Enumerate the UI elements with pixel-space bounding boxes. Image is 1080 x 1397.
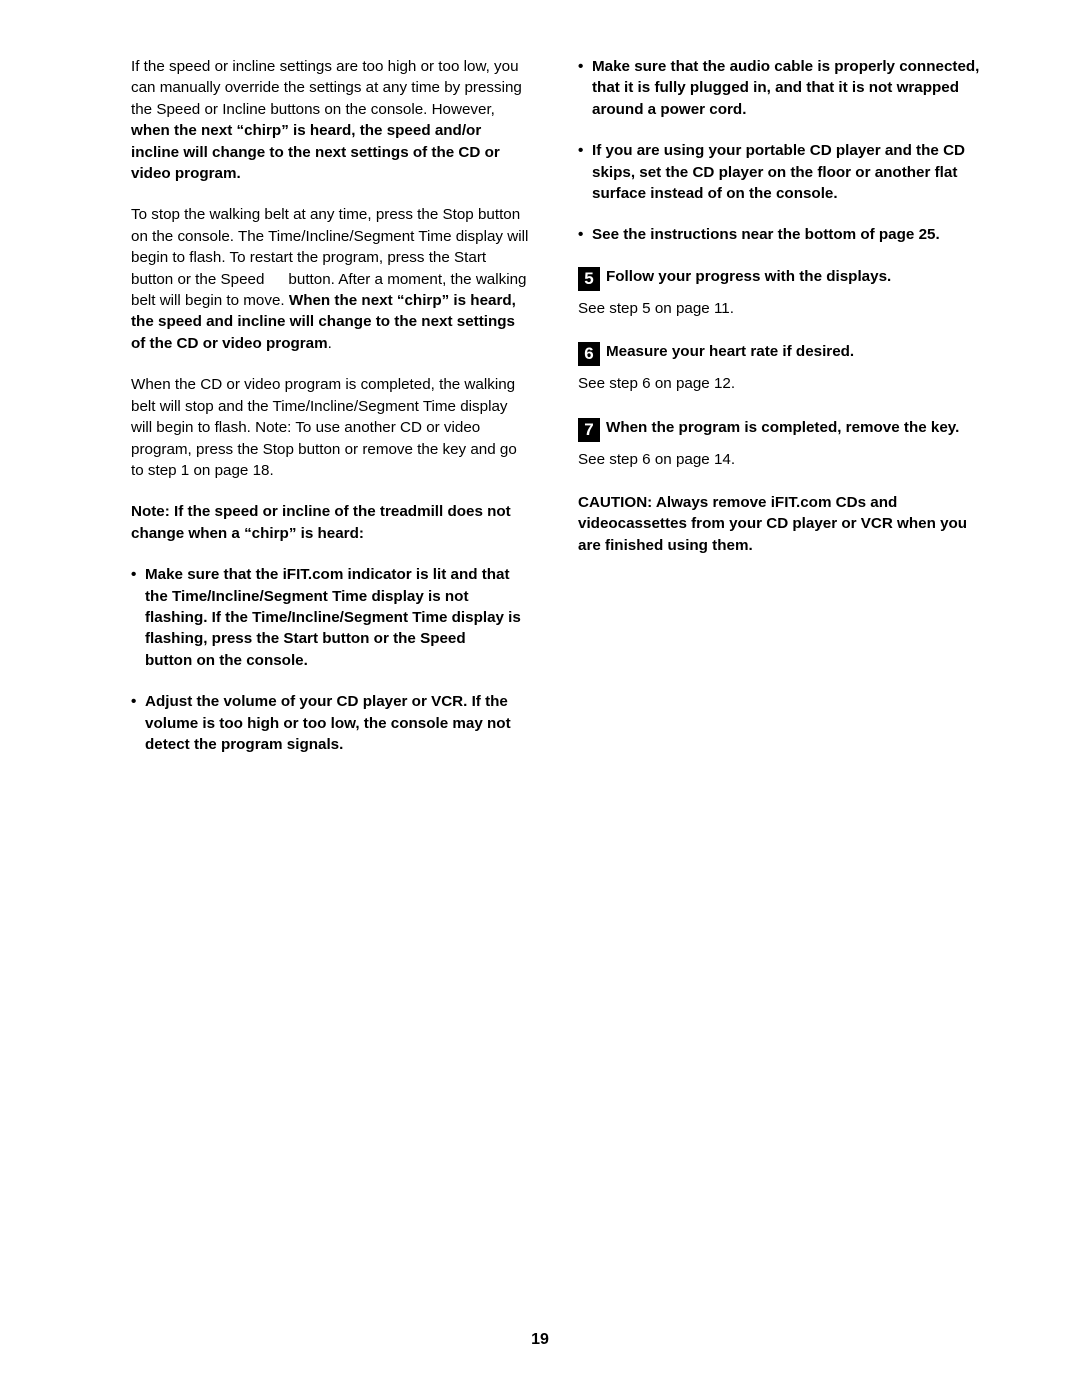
paragraph-override-settings-text: If the speed or incline settings are too… [131,58,522,118]
step-5-number-badge: 5 [578,266,600,291]
note-heading: Note: If the speed or incline of the tre… [131,503,511,542]
left-column: If the speed or incline settings are too… [131,56,531,775]
paragraph-program-completed: When the CD or video program is complete… [131,376,517,479]
step-7-number-badge: 7 [578,417,600,442]
bullet-portable-cd-player: • If you are using your portable CD playe… [578,140,993,204]
step-6-number-badge: 6 [578,342,600,367]
page-number: 19 [531,1331,549,1348]
paragraph-override-settings: If the speed or incline settings are too… [131,56,531,184]
step-5-title: Follow your progress with the displays. [606,267,892,285]
bullet-adjust-volume-text: Adjust the volume of your CD player or V… [145,693,511,753]
right-column: • Make sure that the audio cable is prope… [578,56,993,576]
bullet-ifit-indicator-text2: button on the console. [145,651,308,669]
bullet-dot-icon: • [578,58,584,75]
step-6-reference: See step 6 on page 12. [578,375,736,393]
step-7: 7 When the program is completed, remove … [578,417,993,443]
step-5: 5 Follow your progress with the displays… [578,266,993,292]
caution-note: CAUTION: Always remove iFIT.com CDs and … [578,494,968,554]
bullet-see-instructions: • See the instructions near the bottom of… [578,224,993,245]
step-7-title: When the program is completed, remove th… [606,418,960,436]
paragraph-stop-belt: To stop the walking belt at any time, pr… [131,204,531,354]
step-6-title: Measure your heart rate if desired. [606,343,855,361]
bullet-dot-icon: • [578,226,584,244]
paragraph-stop-belt-period: . [327,334,332,352]
bullet-portable-cd-player-text: If you are using your portable CD player… [592,142,965,203]
bullet-audio-cable: • Make sure that the audio cable is prope… [578,56,993,120]
step-5-reference: See step 5 on page 11. [578,299,734,317]
bullet-adjust-volume: • Adjust the volume of your CD player or … [131,691,531,755]
step-7-reference: See step 6 on page 14. [578,450,736,468]
bullet-dot-icon: • [131,566,137,584]
bullet-see-instructions-text: See the instructions near the bottom of … [592,226,940,244]
bullet-dot-icon: • [578,142,584,160]
bullet-ifit-indicator: • Make sure that the iFIT.com indicator i… [131,564,531,671]
bullet-ifit-indicator-text1: Make sure that the iFIT.com indicator is… [145,566,521,648]
bullet-audio-cable-text: Make sure that the audio cable is proper… [592,58,980,118]
paragraph-override-settings-bold: when the next “chirp” is heard, the spee… [131,122,500,183]
document-page: If the speed or incline settings are too… [0,0,1080,1397]
step-6: 6 Measure your heart rate if desired. [578,341,993,367]
bullet-dot-icon: • [131,693,137,711]
